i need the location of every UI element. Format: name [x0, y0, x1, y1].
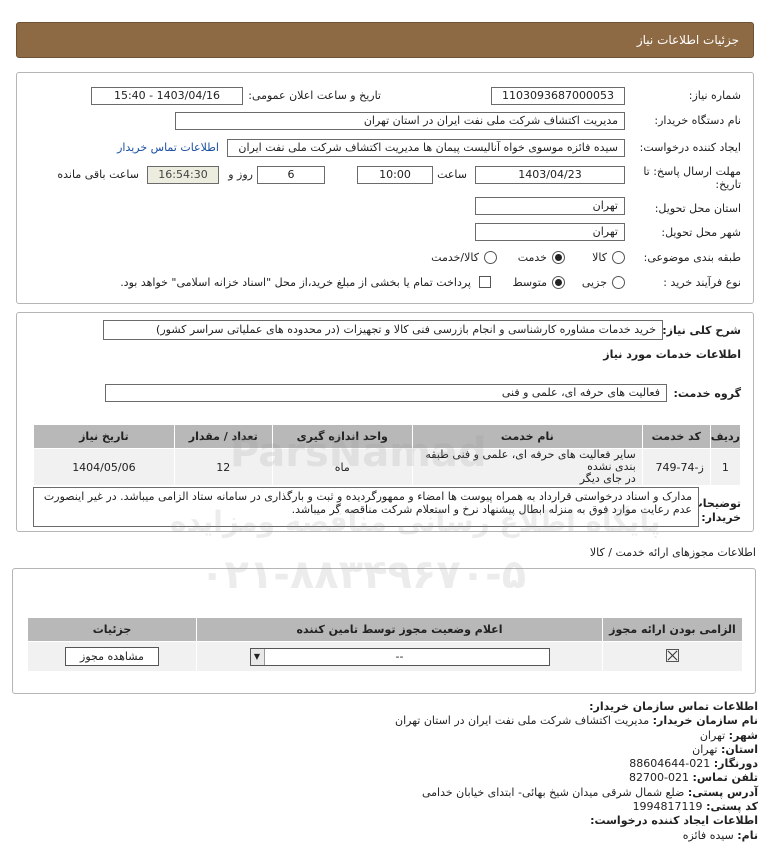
category-goods-radio[interactable]	[612, 251, 625, 264]
permit-status-select[interactable]: -- ▼	[249, 647, 550, 666]
buyer-notes-label-2: خریدار:	[701, 511, 741, 524]
cell-name: سایر فعالیت های حرفه ای، علمی و فنی طبقه…	[411, 448, 643, 486]
contact-fax: 021-88604644	[629, 757, 711, 771]
deadline-date-label: تاریخ:	[715, 178, 741, 191]
contact-city-label: شهر:	[728, 728, 758, 742]
permit-details-cell: مشاهده مجوز	[27, 641, 197, 672]
treasury-payment-checkbox[interactable]	[479, 276, 491, 288]
table-row: 1 ز-74-749 سایر فعالیت های حرفه ای، علمی…	[33, 448, 742, 486]
permits-table: الزامی بودن ارائه مجوز اعلام وضعیت مجوز …	[27, 617, 743, 672]
cell-name-line1: سایر فعالیت های حرفه ای، علمی و فنی طبقه…	[425, 448, 636, 473]
creator-name: سیده فائزه	[682, 828, 734, 842]
category-goods-service-radio[interactable]	[484, 251, 497, 264]
deadline-label: مهلت ارسال پاسخ: تا	[643, 165, 741, 178]
buyer-org-label: نام دستگاه خریدار:	[654, 114, 741, 127]
city-label: شهر محل تحویل:	[661, 226, 741, 239]
contact-province-label: استان:	[721, 742, 758, 756]
cell-code: ز-74-749	[641, 448, 711, 486]
col-permit-details: جزئیات	[27, 617, 197, 642]
remaining-time-field: 16:54:30	[147, 166, 219, 184]
chevron-down-icon[interactable]: ▼	[250, 648, 265, 665]
category-goods-label: کالا	[592, 251, 607, 264]
contact-city: تهران	[699, 728, 726, 742]
summary-field: خرید خدمات مشاوره کارشناسی و انجام بازرس…	[103, 320, 663, 340]
cell-qty: 12	[173, 448, 273, 486]
process-medium-radio[interactable]	[552, 276, 565, 289]
cell-unit: ماه	[271, 448, 413, 486]
days-label: روز و	[228, 168, 253, 181]
contact-org-label: نام سازمان خریدار:	[652, 714, 758, 728]
buyer-notes-field: مدارک و اسناد درخواستی قرارداد به همراه …	[33, 487, 699, 527]
buyer-notes-label-1: توضیحات	[691, 497, 741, 510]
announce-label: تاریخ و ساعت اعلان عمومی:	[248, 89, 381, 102]
days-field: 6	[257, 166, 325, 184]
treasury-payment-note: پرداخت تمام یا بخشی از مبلغ خرید،از محل …	[120, 276, 471, 289]
col-date: تاریخ نیاز	[33, 424, 175, 449]
permits-section-title: اطلاعات مجوزهای ارائه خدمت / کالا	[589, 546, 756, 559]
process-label: نوع فرآیند خرید :	[663, 276, 741, 289]
contact-province: تهران	[692, 742, 718, 756]
category-goods-service-label: کالا/خدمت	[431, 251, 479, 264]
process-minor-radio[interactable]	[612, 276, 625, 289]
category-service-label: خدمت	[517, 251, 547, 264]
contact-phone: 021-82700	[629, 771, 690, 785]
announce-field: 1403/04/16 - 15:40	[91, 87, 243, 105]
items-table: ردیف کد خدمت نام خدمت واحد اندازه گیری ت…	[33, 424, 742, 486]
col-qty: تعداد / مقدار	[173, 424, 273, 449]
contact-address: ضلع شمال شرقی میدان شیخ بهائی- ابتدای خی…	[421, 785, 685, 799]
contact-address-label: آدرس پستی:	[687, 785, 758, 799]
service-group-label: گروه خدمت:	[673, 387, 741, 400]
col-name: نام خدمت	[411, 424, 643, 449]
contact-phone-label: تلفن تماس:	[692, 771, 758, 785]
col-code: کد خدمت	[641, 424, 711, 449]
table-row: -- ▼ مشاهده مجوز	[27, 641, 743, 672]
requester-label: ایجاد کننده درخواست:	[639, 141, 741, 154]
category-service-radio[interactable]	[552, 251, 565, 264]
contact-org: مدیریت اکتشاف شرکت ملی نفت ایران در استا…	[394, 714, 650, 728]
contact-fax-label: دورنگار:	[713, 757, 758, 771]
need-summary-panel: شرح کلی نیاز: خرید خدمات مشاوره کارشناسی…	[16, 312, 754, 532]
contact-title: اطلاعات تماس سازمان خریدار:	[589, 700, 758, 713]
contact-postal: 1994817119	[632, 800, 703, 814]
view-permit-button[interactable]: مشاهده مجوز	[65, 647, 159, 666]
contact-postal-label: کد پستی:	[706, 800, 758, 814]
city-field: تهران	[475, 223, 625, 241]
permits-panel: الزامی بودن ارائه مجوز اعلام وضعیت مجوز …	[12, 568, 756, 694]
page-title: جزئیات اطلاعات نیاز	[636, 33, 739, 47]
services-section-title: اطلاعات خدمات مورد نیاز	[603, 348, 741, 361]
buyer-contact-info: اطلاعات تماس سازمان خریدار: نام سازمان خ…	[18, 700, 758, 843]
buyer-org-field: مدیریت اکتشاف شرکت ملی نفت ایران در استا…	[175, 112, 625, 130]
need-info-panel: شماره نیاز: 1103093687000053 تاریخ و ساع…	[16, 72, 754, 304]
cell-row: 1	[709, 448, 742, 486]
deadline-time-field: 10:00	[357, 166, 433, 184]
time-label: ساعت	[437, 168, 467, 181]
buyer-contact-link[interactable]: اطلاعات تماس خریدار	[117, 141, 219, 154]
need-number-field: 1103093687000053	[491, 87, 625, 105]
col-permit-required: الزامی بودن ارائه مجوز	[602, 617, 743, 642]
process-minor-label: جزیی	[581, 276, 607, 289]
cell-date: 1404/05/06	[33, 448, 175, 486]
checkbox-x-icon[interactable]	[666, 648, 679, 662]
permit-status-value: --	[395, 649, 404, 663]
process-medium-label: متوسط	[512, 276, 547, 289]
summary-label: شرح کلی نیاز:	[662, 324, 741, 337]
page-header: جزئیات اطلاعات نیاز	[16, 22, 754, 58]
creator-name-label: نام:	[737, 828, 758, 842]
col-unit: واحد اندازه گیری	[271, 424, 413, 449]
cell-name-line2: در جای دیگر	[579, 472, 636, 485]
col-permit-status: اعلام وضعیت مجوز توسط تامین کننده	[196, 617, 603, 642]
province-field: تهران	[475, 197, 625, 215]
deadline-date-field: 1403/04/23	[475, 166, 625, 184]
category-label: طبقه بندی موضوعی:	[643, 251, 741, 264]
col-row: ردیف	[709, 424, 742, 449]
service-group-field: فعالیت های حرفه ای، علمی و فنی	[105, 384, 667, 402]
requester-field: سیده فائزه موسوی خواه آنالیست پیمان ها م…	[227, 139, 625, 157]
creator-title: اطلاعات ایجاد کننده درخواست:	[590, 814, 758, 828]
remaining-label: ساعت باقی مانده	[57, 168, 139, 181]
province-label: استان محل تحویل:	[654, 202, 741, 215]
permit-status-cell: -- ▼	[196, 641, 603, 672]
permit-required-cell	[602, 641, 743, 672]
need-number-label: شماره نیاز:	[688, 89, 741, 102]
